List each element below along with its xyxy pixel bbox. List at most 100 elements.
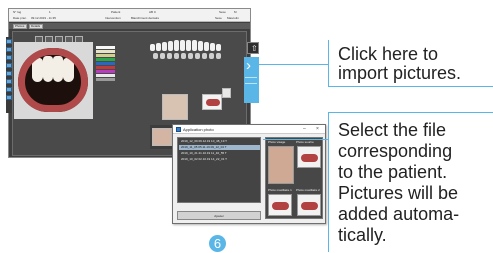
chevron-right-icon: › bbox=[246, 57, 251, 74]
shade-swatch bbox=[96, 78, 115, 81]
mouth-shape bbox=[301, 154, 318, 162]
info-value: Blanchiment dentaire bbox=[131, 16, 160, 20]
left-toolbar bbox=[6, 37, 12, 113]
face-photo[interactable] bbox=[268, 146, 294, 184]
arch-tooth bbox=[162, 42, 167, 51]
callout-text: added automa- bbox=[338, 204, 460, 224]
tool-icon[interactable] bbox=[6, 55, 12, 60]
teeth-photo[interactable] bbox=[268, 194, 292, 216]
arch-tooth bbox=[180, 40, 185, 51]
callout-connector bbox=[259, 64, 329, 65]
patient-info-bar: N° log 1 Patient AB C Sexe M Date préc. … bbox=[9, 9, 250, 22]
callout-text: corresponding bbox=[338, 141, 453, 161]
shade-swatch bbox=[96, 70, 115, 73]
add-button[interactable]: Ajouter bbox=[177, 211, 261, 220]
teeth-photo[interactable] bbox=[297, 194, 321, 216]
photo-preview-panel: Photo visage Photo sourire Photo maxilla… bbox=[265, 137, 323, 219]
preview-label: Photo sourire bbox=[296, 140, 314, 144]
info-value: M bbox=[234, 10, 237, 14]
upload-button[interactable]: ⇧ bbox=[247, 42, 259, 54]
info-label: Patient bbox=[111, 10, 121, 14]
photo-thumbnail[interactable] bbox=[152, 128, 172, 146]
shade-swatch bbox=[96, 50, 115, 53]
file-list-item-selected[interactable]: 2019_11_05 05.11.19 09_12_04 T bbox=[179, 145, 260, 150]
close-icon[interactable]: × bbox=[316, 126, 319, 132]
arch-tooth bbox=[160, 53, 165, 59]
import-pictures-button[interactable]: › bbox=[244, 57, 259, 103]
tool-icon[interactable] bbox=[6, 87, 12, 92]
arch-tooth bbox=[167, 53, 172, 59]
arch-tooth bbox=[181, 53, 186, 59]
arch-tooth bbox=[153, 53, 158, 59]
minimize-icon[interactable]: – bbox=[303, 126, 306, 132]
callout-text: tically. bbox=[338, 225, 387, 245]
divider bbox=[245, 83, 257, 84]
arch-tooth bbox=[204, 42, 209, 51]
arch-tooth bbox=[202, 53, 207, 59]
file-list-item[interactable]: 2019_10_21 21.10.19 11_40_55 T bbox=[179, 151, 260, 156]
tooth-photo bbox=[14, 42, 93, 119]
tool-icon[interactable] bbox=[6, 71, 12, 76]
info-label: Intervention bbox=[105, 16, 121, 20]
file-list[interactable]: 2019_12_09 09.12.19 10_48_19 T 2019_11_0… bbox=[177, 137, 261, 203]
arch-tooth bbox=[174, 53, 179, 59]
divider bbox=[245, 77, 257, 78]
tool-icon[interactable] bbox=[6, 79, 12, 84]
preview-label: Photo visage bbox=[268, 140, 286, 144]
dialog-title: Application photo bbox=[183, 127, 214, 132]
thumbnail-tile[interactable] bbox=[222, 88, 231, 98]
tab-details[interactable]: Détails bbox=[29, 24, 43, 29]
arch-tooth bbox=[195, 53, 200, 59]
callout-text: import pictures. bbox=[338, 63, 462, 83]
shade-swatch bbox=[96, 46, 115, 49]
shade-swatch bbox=[96, 62, 115, 65]
arch-tooth bbox=[156, 43, 161, 51]
tab-bar: Photos Détails bbox=[9, 23, 250, 29]
upload-arrow-icon: ⇧ bbox=[251, 44, 258, 53]
arch-tooth bbox=[216, 53, 221, 59]
arch-tooth bbox=[216, 44, 221, 51]
file-list-item[interactable]: 2019_10_02 02.10.19 14_22_31 T bbox=[179, 157, 260, 162]
tool-icon[interactable] bbox=[6, 39, 12, 44]
arch-tooth bbox=[186, 40, 191, 51]
info-value: 09.12.2019 - 11:35 bbox=[31, 16, 56, 20]
tool-icon[interactable] bbox=[6, 95, 12, 100]
info-value: Masculin bbox=[227, 16, 239, 20]
callout-text: to the patient. bbox=[338, 162, 448, 182]
info-value: 1 bbox=[49, 10, 51, 14]
shade-swatch bbox=[96, 58, 115, 61]
dental-arch-diagram bbox=[150, 40, 228, 60]
mouth-image bbox=[18, 48, 88, 112]
mouth-shape bbox=[272, 202, 289, 210]
shade-swatch bbox=[96, 54, 115, 57]
file-list-item[interactable]: 2019_12_09 09.12.19 10_48_19 T bbox=[179, 139, 260, 144]
step-number-badge: 6 bbox=[209, 235, 226, 252]
patient-face-thumbnail[interactable] bbox=[162, 94, 188, 120]
callout-text: Select the file bbox=[338, 120, 447, 140]
shade-guide-chart bbox=[96, 46, 115, 82]
shade-swatch bbox=[96, 66, 115, 69]
info-value: AB C bbox=[149, 10, 157, 14]
info-label: N° log bbox=[13, 10, 22, 14]
arch-tooth bbox=[150, 44, 155, 51]
callout-connector bbox=[263, 139, 329, 140]
tool-icon[interactable] bbox=[6, 47, 12, 52]
info-label: Sexe bbox=[215, 16, 222, 20]
mouth-shape bbox=[206, 99, 220, 106]
smile-photo[interactable] bbox=[297, 146, 321, 168]
callout-text: Pictures will be bbox=[338, 183, 459, 203]
callout-text: Click here to bbox=[338, 44, 439, 64]
preview-label: Photo maxillaire 1 bbox=[268, 188, 292, 192]
info-label: Sexe bbox=[219, 10, 226, 14]
shade-swatch bbox=[96, 74, 115, 77]
arch-tooth bbox=[192, 40, 197, 51]
arch-tooth bbox=[168, 41, 173, 51]
teeth-thumbnail[interactable] bbox=[202, 94, 222, 110]
info-label: Date préc. bbox=[13, 16, 27, 20]
tab-photos[interactable]: Photos bbox=[13, 24, 27, 29]
mouth-shape bbox=[301, 202, 318, 210]
lip-outline bbox=[18, 48, 88, 112]
arch-tooth bbox=[174, 40, 179, 51]
app-icon bbox=[176, 127, 181, 132]
tool-icon[interactable] bbox=[6, 63, 12, 68]
